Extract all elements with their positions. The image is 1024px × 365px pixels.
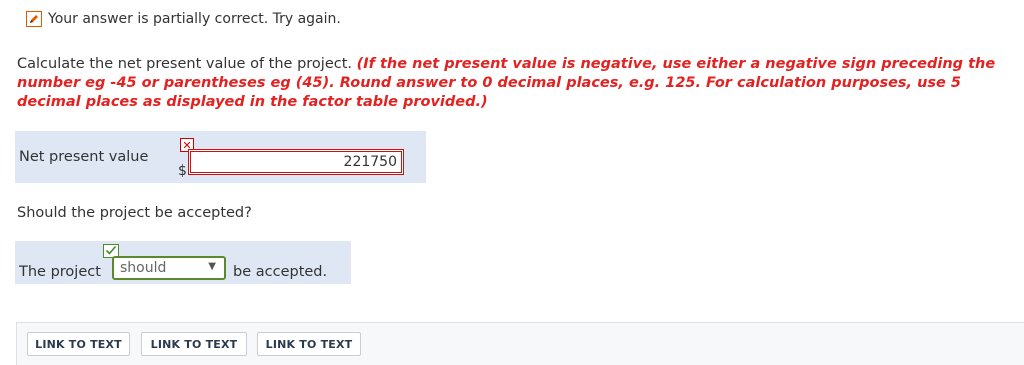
status-message: Your answer is partially correct. Try ag… — [48, 11, 341, 27]
accept-row: The project should ▼ be accepted. — [15, 241, 351, 284]
accept-prefix: The project — [19, 264, 101, 280]
link-to-text-button-1[interactable]: LINK TO TEXT — [27, 332, 130, 356]
question-text: Calculate the net present value of the p… — [17, 55, 1017, 112]
accept-question: Should the project be accepted? — [17, 205, 252, 221]
link-to-text-button-2[interactable]: LINK TO TEXT — [141, 332, 247, 356]
question-prompt: Calculate the net present value of the p… — [17, 56, 353, 72]
chevron-down-icon: ▼ — [208, 261, 216, 272]
accept-selected: should — [120, 260, 167, 276]
npv-label: Net present value — [19, 149, 149, 165]
answer-status: Your answer is partially correct. Try ag… — [26, 11, 341, 27]
accept-dropdown[interactable]: should ▼ — [112, 256, 226, 280]
npv-input[interactable]: 221750 — [188, 149, 404, 175]
pencil-icon — [26, 11, 42, 27]
footer-bar: LINK TO TEXT LINK TO TEXT LINK TO TEXT — [16, 322, 1024, 365]
npv-row: Net present value ✕ $ 221750 — [15, 131, 426, 183]
link-to-text-button-3[interactable]: LINK TO TEXT — [257, 332, 361, 356]
npv-value: 221750 — [343, 154, 397, 170]
currency-symbol: $ — [178, 163, 187, 179]
accept-suffix: be accepted. — [233, 264, 328, 280]
